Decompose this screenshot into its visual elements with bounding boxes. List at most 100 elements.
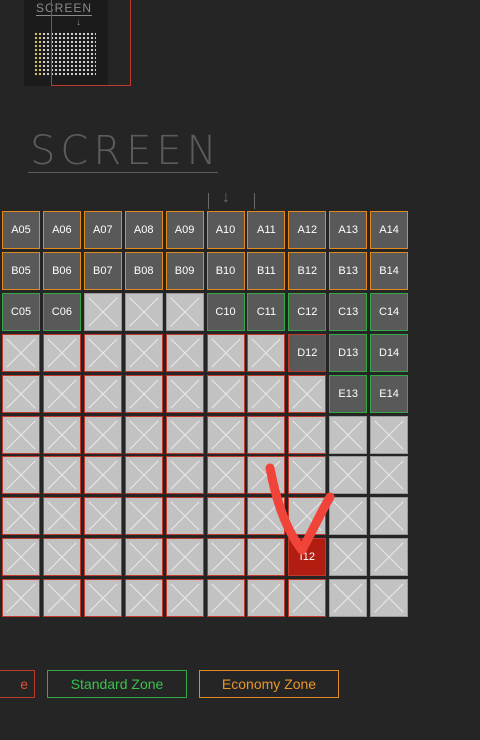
seat-unavailable <box>165 333 204 372</box>
seat-C11[interactable]: C11 <box>247 292 286 331</box>
seat-B07[interactable]: B07 <box>83 251 122 290</box>
seat-B11[interactable]: B11 <box>247 251 286 290</box>
seat-unavailable-x-icon <box>6 460 36 491</box>
seat-C06[interactable]: C06 <box>42 292 81 331</box>
seat-unavailable <box>2 538 40 577</box>
seat-A05[interactable]: A05 <box>2 211 40 249</box>
seat-unavailable <box>124 333 163 372</box>
seat-unavailable-x-icon <box>210 542 241 572</box>
seat-B10[interactable]: B10 <box>206 251 245 290</box>
seat-C05[interactable]: C05 <box>2 292 40 331</box>
seat-unavailable-x-icon <box>374 583 404 613</box>
seat-D12[interactable]: D12 <box>288 333 327 372</box>
seat-D14[interactable]: D14 <box>370 333 409 372</box>
seat-unavailable-x-icon <box>88 583 118 613</box>
seat-unavailable <box>165 497 204 536</box>
seat-unavailable-x-icon <box>210 583 241 613</box>
seat-unavailable <box>124 579 163 618</box>
seat-unavailable <box>165 456 204 495</box>
seat-unavailable <box>288 374 327 413</box>
seat-B05[interactable]: B05 <box>2 251 40 290</box>
seat-unavailable-x-icon <box>210 419 241 450</box>
seat-A13[interactable]: A13 <box>329 211 368 249</box>
seat-unavailable-x-icon <box>129 501 159 531</box>
seat-unavailable-x-icon <box>169 501 200 531</box>
seat-unavailable-x-icon <box>210 501 241 531</box>
seat-unavailable-x-icon <box>251 583 282 613</box>
seat-unavailable <box>247 538 286 577</box>
seat-D13[interactable]: D13 <box>329 333 368 372</box>
seat-unavailable <box>288 579 327 618</box>
seat-E14[interactable]: E14 <box>370 374 409 413</box>
screen-center-arrow-icon: ↓ <box>222 189 230 206</box>
seat-unavailable-x-icon <box>251 338 282 368</box>
seat-B08[interactable]: B08 <box>124 251 163 290</box>
seat-unavailable-x-icon <box>88 542 118 572</box>
seat-unavailable-x-icon <box>88 419 118 450</box>
seat-A10[interactable]: A10 <box>206 211 245 249</box>
seat-unavailable <box>329 579 368 618</box>
seat-C13[interactable]: C13 <box>329 292 368 331</box>
seat-unavailable-x-icon <box>47 378 77 409</box>
seat-unavailable-x-icon <box>169 460 200 491</box>
seat-unavailable-x-icon <box>292 501 322 531</box>
seat-unavailable-x-icon <box>169 419 200 450</box>
seat-B09[interactable]: B09 <box>165 251 204 290</box>
seat-unavailable-x-icon <box>129 378 159 409</box>
seat-unavailable <box>83 374 122 413</box>
seat-unavailable <box>83 292 122 331</box>
seat-unavailable-x-icon <box>88 501 118 531</box>
seat-unavailable-x-icon <box>292 378 322 409</box>
seat-unavailable <box>83 415 122 454</box>
seat-B12[interactable]: B12 <box>288 251 327 290</box>
seat-C10[interactable]: C10 <box>206 292 245 331</box>
seat-unavailable <box>2 497 40 536</box>
minimap-economy-dots <box>34 32 42 76</box>
seat-A06[interactable]: A06 <box>42 211 81 249</box>
seat-A12[interactable]: A12 <box>288 211 327 249</box>
seat-unavailable <box>83 497 122 536</box>
seat-unavailable-x-icon <box>169 542 200 572</box>
seat-B14[interactable]: B14 <box>370 251 409 290</box>
seat-B13[interactable]: B13 <box>329 251 368 290</box>
seat-unavailable-x-icon <box>210 460 241 491</box>
seat-unavailable <box>329 456 368 495</box>
seat-unavailable-x-icon <box>169 338 200 368</box>
seat-unavailable-x-icon <box>47 583 77 613</box>
screen-center-tick-left <box>208 193 209 209</box>
seat-unavailable <box>247 456 286 495</box>
seat-unavailable <box>2 579 40 618</box>
seat-E13[interactable]: E13 <box>329 374 368 413</box>
seat-unavailable <box>370 497 409 536</box>
seat-A09[interactable]: A09 <box>165 211 204 249</box>
seat-A11[interactable]: A11 <box>247 211 286 249</box>
seat-unavailable <box>42 333 81 372</box>
seat-unavailable-x-icon <box>210 338 241 368</box>
seat-unavailable <box>42 538 81 577</box>
seat-unavailable <box>124 456 163 495</box>
seat-unavailable <box>124 497 163 536</box>
screen-underline <box>28 172 218 173</box>
seat-unavailable <box>329 415 368 454</box>
seat-A14[interactable]: A14 <box>370 211 409 249</box>
legend-economy-zone: Economy Zone <box>199 670 339 698</box>
seat-unavailable <box>2 415 40 454</box>
seat-A08[interactable]: A08 <box>124 211 163 249</box>
seat-unavailable <box>206 497 245 536</box>
seat-unavailable <box>288 415 327 454</box>
seat-unavailable <box>329 497 368 536</box>
seat-unavailable-x-icon <box>374 460 404 491</box>
seat-A07[interactable]: A07 <box>83 211 122 249</box>
seat-I12-selected[interactable]: I12 <box>288 538 327 577</box>
seat-unavailable-x-icon <box>6 583 36 613</box>
seat-B06[interactable]: B06 <box>42 251 81 290</box>
seat-C14[interactable]: C14 <box>370 292 409 331</box>
minimap-viewport-frame[interactable] <box>51 0 131 86</box>
seat-minimap[interactable]: SCREEN ↓ <box>24 0 131 86</box>
seat-unavailable-x-icon <box>47 419 77 450</box>
seat-unavailable-x-icon <box>129 542 159 572</box>
seat-unavailable-x-icon <box>129 460 159 491</box>
seat-unavailable-x-icon <box>88 460 118 491</box>
seat-C12[interactable]: C12 <box>288 292 327 331</box>
seat-unavailable-x-icon <box>374 501 404 531</box>
